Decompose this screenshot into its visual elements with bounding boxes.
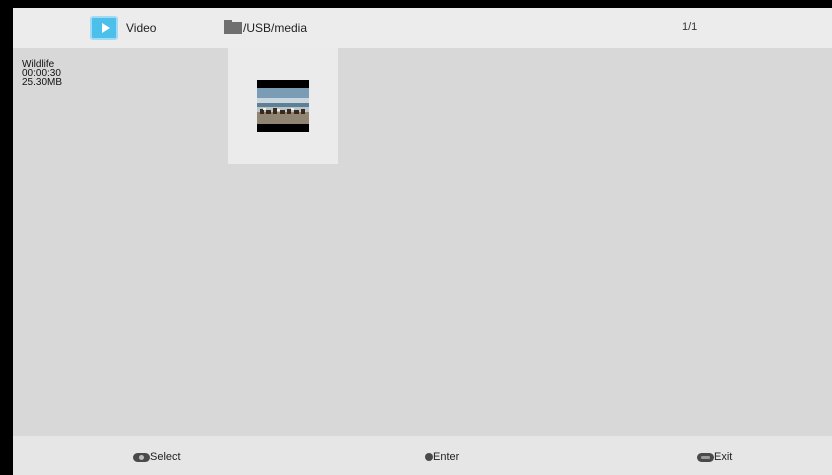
enter-hint: Enter [425, 451, 459, 463]
video-tile-selected[interactable] [228, 48, 338, 164]
select-hint: Select [133, 451, 181, 463]
video-thumbnail-image [257, 88, 309, 124]
file-info-panel: Wildlife 00:00:30 25.30MB [22, 60, 63, 88]
header-bar: Video /USB/media 1/1 [13, 8, 832, 48]
exit-hint: Exit [697, 451, 732, 463]
folder-icon [224, 20, 242, 34]
media-browser-screen: Video /USB/media 1/1 Wildlife 00:00:30 2… [13, 8, 832, 475]
video-play-icon [90, 16, 118, 40]
category-label: Video [126, 21, 157, 35]
video-thumbnail [257, 80, 309, 132]
play-triangle [102, 23, 110, 33]
footer-hints: Select Enter Exit [13, 436, 832, 475]
page-counter: 1/1 [682, 21, 698, 33]
folder-path: /USB/media [243, 21, 308, 35]
dpad-icon [133, 452, 150, 462]
file-size: 25.30MB [22, 77, 63, 88]
exit-button-icon [697, 452, 714, 462]
ok-button-icon [425, 453, 433, 462]
